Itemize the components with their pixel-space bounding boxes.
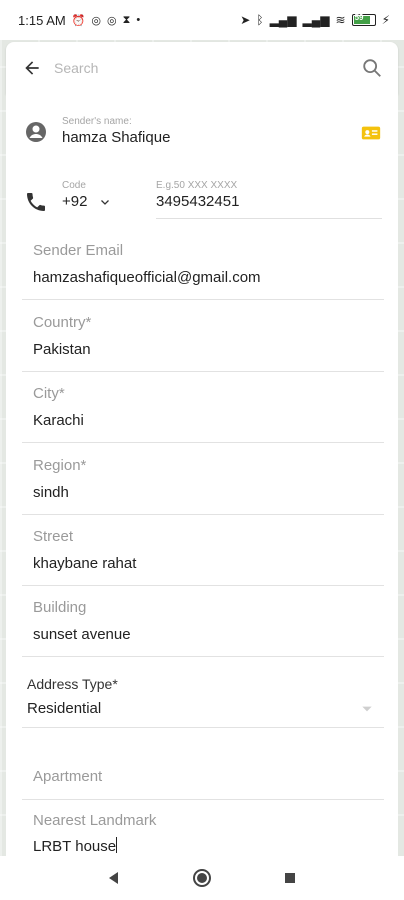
location-icon: ➤ <box>240 13 251 27</box>
street-field[interactable]: Street khaybane rahat <box>22 514 384 586</box>
status-bar: 1:15 AM ⏰ ◎ ◎ ⧗ • ➤ ᛒ ▂▄▆ ▂▄▆ ≋ 59 ⚡ <box>0 0 404 40</box>
search-button[interactable] <box>358 54 386 82</box>
sender-form: Sender's name: hamza Shafique Code +92 E… <box>6 94 398 860</box>
nav-recents-button[interactable] <box>276 864 304 892</box>
nearest-landmark-field[interactable]: Nearest Landmark LRBT house <box>22 800 384 860</box>
city-value: Karachi <box>33 412 84 429</box>
chevron-down-icon <box>362 706 372 711</box>
search-icon <box>363 59 381 77</box>
phone-icon <box>27 193 45 211</box>
region-field[interactable]: Region* sindh <box>22 443 384 515</box>
person-icon <box>26 122 46 142</box>
text-cursor <box>116 837 118 853</box>
address-type-select[interactable]: Address Type* Residential <box>22 664 384 728</box>
address-type-value: Residential <box>27 700 102 717</box>
signal-icon: ▂▄▆ <box>269 13 297 27</box>
sender-name-label: Sender's name: <box>62 116 132 127</box>
battery-icon: 59 <box>351 13 376 26</box>
nearest-landmark-label: Nearest Landmark <box>33 812 157 829</box>
phone-number-placeholder: E.g.50 XXX XXXX <box>156 180 238 191</box>
contact-card-icon[interactable] <box>360 122 382 144</box>
sender-email-field[interactable]: Sender Email hamzashafiqueofficial@gmail… <box>22 228 384 300</box>
download-icon: ⧗ <box>122 13 131 26</box>
sender-name-value: hamza Shafique <box>62 129 171 146</box>
wifi-icon: ≋ <box>335 13 346 27</box>
chevron-down-icon <box>101 199 110 205</box>
status-time: 1:15 AM <box>18 12 66 28</box>
notification-icon: ◎ <box>107 14 117 27</box>
city-label: City* <box>33 385 65 402</box>
square-recents-icon <box>285 873 295 883</box>
street-label: Street <box>33 528 74 545</box>
region-label: Region* <box>33 457 87 474</box>
phone-number-value: 3495432451 <box>156 193 240 210</box>
nav-home-button[interactable] <box>188 864 216 892</box>
search-input[interactable] <box>54 60 358 76</box>
region-value: sindh <box>33 484 69 501</box>
sender-email-label: Sender Email <box>33 242 124 259</box>
phone-field: Code +92 E.g.50 XXX XXXX 3495432451 <box>6 176 398 228</box>
country-label: Country* <box>33 314 92 331</box>
search-bar <box>6 42 398 94</box>
nav-back-button[interactable] <box>100 864 128 892</box>
back-button[interactable] <box>18 54 46 82</box>
arrow-left-icon <box>25 61 39 75</box>
address-type-label: Address Type* <box>27 676 118 692</box>
building-label: Building <box>33 599 87 616</box>
nearest-landmark-value: LRBT house <box>33 838 117 855</box>
triangle-back-icon <box>109 872 118 884</box>
code-value: +92 <box>62 193 88 210</box>
more-dot-icon: • <box>136 14 141 26</box>
navigation-bar <box>0 856 404 900</box>
country-field[interactable]: Country* Pakistan <box>22 300 384 372</box>
street-value: khaybane rahat <box>33 555 137 572</box>
apartment-label: Apartment <box>33 768 103 785</box>
charging-icon: ⚡ <box>381 13 390 27</box>
building-field[interactable]: Building sunset avenue <box>22 585 384 657</box>
circle-home-icon <box>193 869 211 887</box>
country-code-select[interactable]: Code +92 <box>62 180 136 210</box>
alarm-icon: ⏰ <box>71 14 86 27</box>
notification-icon: ◎ <box>91 14 102 27</box>
phone-number-input[interactable]: E.g.50 XXX XXXX 3495432451 <box>156 180 382 219</box>
city-field[interactable]: City* Karachi <box>22 371 384 443</box>
building-value: sunset avenue <box>33 626 131 643</box>
country-value: Pakistan <box>33 341 91 358</box>
sender-email-value: hamzashafiqueofficial@gmail.com <box>33 269 261 286</box>
apartment-field[interactable]: Apartment <box>22 754 384 800</box>
bluetooth-icon: ᛒ <box>256 13 264 27</box>
code-label: Code <box>62 180 86 191</box>
signal-icon: ▂▄▆ <box>302 13 330 27</box>
sender-name-field[interactable]: Sender's name: hamza Shafique <box>6 102 398 162</box>
